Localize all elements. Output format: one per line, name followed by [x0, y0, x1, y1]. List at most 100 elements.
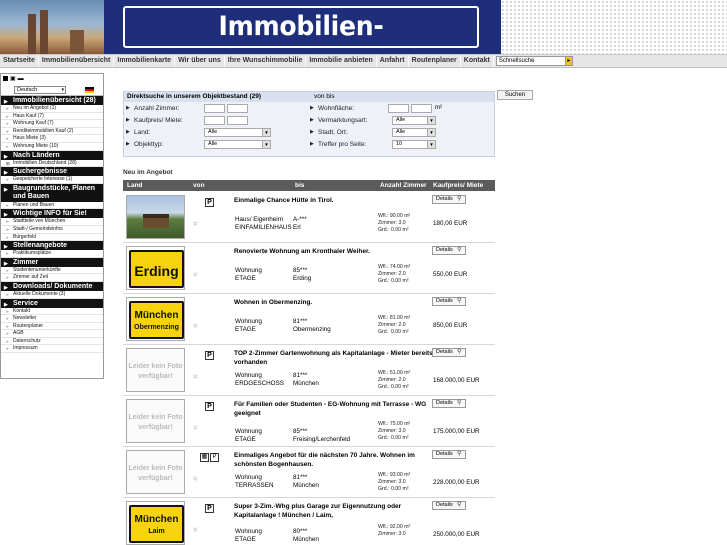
listing-row[interactable]: Leider kein Foto verfügbar! ▦ P » Einmali… [123, 447, 495, 498]
quick-search-arrow-icon[interactable]: ▸ [564, 56, 573, 66]
search-button[interactable]: Suchen [497, 90, 533, 100]
objtype-select[interactable]: Alle ▼ [204, 140, 271, 149]
nav-kontakt[interactable]: Kontakt [461, 55, 494, 67]
sidebar-item-gemeindeinfos[interactable]: » Stadt-/ Gemeindeinfos [1, 226, 103, 234]
details-button[interactable]: Details ⚲ [432, 450, 466, 459]
details-button[interactable]: Details ⚲ [432, 195, 466, 204]
section-immobilienuebersicht[interactable]: ▶ Immobilienübersicht (28) [1, 96, 103, 105]
nav-routenplaner[interactable]: Routenplaner [409, 55, 461, 67]
sidebar-item-zimmer-auf-zeit[interactable]: » Zimmer auf Zeit [1, 274, 103, 282]
site-logo-banner[interactable]: Immobilien-Muenchen24 [104, 0, 501, 84]
sidebar-item-wohnung-kauf[interactable]: » Wohnung Kauf (7) [1, 120, 103, 128]
section-suchergebnisse[interactable]: ▶ Suchergebnisse [1, 167, 103, 177]
munich-skyline-photo [0, 0, 104, 54]
sidebar-item-impressum[interactable]: » Impressum [1, 345, 103, 354]
section-baugrundstuecke[interactable]: ▶ Baugrundstücke, Planen und Bauen [1, 183, 103, 202]
sidebar-item-newsletter[interactable]: » Newsletter [1, 315, 103, 323]
sidebar-item-gespeicherte-interesse[interactable]: » Gespeicherte Interesse (1) [1, 176, 103, 184]
listing-title[interactable]: Einmalige Chance Hütte in Tirol. [234, 196, 434, 205]
listing-title[interactable]: Super 3-Zim.-Whg plus Garage zur Eigennu… [234, 502, 434, 520]
nav-wunschimmobilie[interactable]: Ihre Wunschimmobilie [225, 55, 307, 67]
sidebar-item-neu-im-angebot[interactable]: » Neu im Angebot (1) [1, 105, 103, 113]
quick-search-select[interactable]: Schnellsuche ▸ [495, 56, 573, 66]
section-stellenangebote[interactable]: ▶ Stellenangebote [1, 241, 103, 251]
listing-row[interactable]: München Obermenzing » Wohnen in Obermenzi… [123, 294, 495, 345]
details-button[interactable]: Details ⚲ [432, 399, 466, 408]
sidebar-item-immobilien-deutschland[interactable]: ⊞ Immobilien Deutschland (28) [1, 160, 103, 168]
city-select[interactable]: Alle ▼ [392, 128, 436, 137]
sidebar-item-routenplaner[interactable]: » Routenplaner [1, 323, 103, 331]
sidebar-item-wohnung-miete[interactable]: » Wohnung Miete (10) [1, 143, 103, 151]
chat-icon[interactable]: ▬ [18, 76, 24, 82]
sidebar-item-aktuelle-dokumente[interactable]: » Aktuelle Dokumente (3) [1, 291, 103, 299]
chevron-down-icon: ▾ [61, 87, 64, 93]
listing-title[interactable]: Einmaliges Angebot für die nächsten 70 J… [234, 451, 434, 469]
col-kaufpreis-miete[interactable]: Kaufpreis/ Miete [433, 180, 483, 191]
nav-startseite[interactable]: Startseite [0, 55, 39, 67]
listing-title[interactable]: Renovierte Wohnung am Kronthaler Weiher. [234, 247, 434, 256]
sidebar-item-kontakt[interactable]: » Kontakt [1, 308, 103, 316]
nav-immobilie-anbieten[interactable]: Immobilie anbieten [306, 55, 377, 67]
sidebar-item-planen-und-bauen[interactable]: » Planen und Bauen [1, 202, 103, 210]
details-button[interactable]: Details ⚲ [432, 297, 466, 306]
col-von[interactable]: von [193, 180, 205, 191]
nav-immobilienkarte[interactable]: Immobilienkarte [114, 55, 176, 67]
sidebar-item-stadtteile[interactable]: » Stadtteile von München [1, 218, 103, 226]
price-to-input[interactable] [227, 116, 248, 125]
parking-icon: P [205, 198, 214, 207]
listing-photo[interactable] [126, 195, 185, 239]
double-chevron-icon: » [6, 234, 9, 240]
double-chevron-icon: » [6, 338, 9, 344]
listing-photo[interactable]: München Laim [126, 501, 185, 545]
rooms-to-input[interactable] [227, 104, 248, 113]
sidebar-item-studentenunterkuenfte[interactable]: » Studentenunterkünfte [1, 267, 103, 275]
listing-title[interactable]: Wohnen in Obermenzing. [234, 298, 434, 307]
listing-row[interactable]: P » Einmalige Chance Hütte in Tirol. Hau… [123, 192, 495, 243]
col-land[interactable]: Land [127, 180, 143, 191]
col-anzahl-zimmer[interactable]: Anzahl Zimmer [380, 180, 427, 191]
nav-anfahrt[interactable]: Anfahrt [377, 55, 409, 67]
section-downloads[interactable]: ▶ Downloads/ Dokumente [1, 281, 103, 291]
nav-immobilienuebersicht[interactable]: Immobilienübersicht [39, 55, 115, 67]
listing-photo[interactable]: Erding [126, 246, 185, 290]
listing-row[interactable]: Leider kein Foto verfügbar! P » TOP 2-Zi… [123, 345, 495, 396]
listing-title[interactable]: Für Familien oder Studenten - EG-Wohnung… [234, 400, 434, 418]
listing-photo[interactable]: Leider kein Foto verfügbar! [126, 348, 185, 392]
double-chevron-icon: » [6, 136, 9, 142]
magnifier-icon: ⚲ [457, 349, 462, 355]
listing-row[interactable]: Erding » Renovierte Wohnung am Kronthale… [123, 243, 495, 294]
section-zimmer[interactable]: ▶ Zimmer [1, 257, 103, 267]
listing-photo[interactable]: Leider kein Foto verfügbar! [126, 399, 185, 443]
sidebar-item-buergerfeld[interactable]: » Bürgerfeld [1, 234, 103, 242]
listing-photo[interactable]: Leider kein Foto verfügbar! [126, 450, 185, 494]
listing-row[interactable]: München Laim P » Super 3-Zim.-Whg plus Ga… [123, 498, 495, 545]
section-nach-laendern[interactable]: ▶ Nach Ländern [1, 150, 103, 160]
print-icon[interactable]: ▣ [10, 76, 16, 82]
hits-select[interactable]: 10 ▼ [392, 140, 436, 149]
price-from-input[interactable] [204, 116, 225, 125]
listing-photo[interactable]: München Obermenzing [126, 297, 185, 341]
area-from-input[interactable] [388, 104, 409, 113]
details-button[interactable]: Details ⚲ [432, 501, 466, 510]
details-button[interactable]: Details ⚲ [432, 246, 466, 255]
listing-row[interactable]: Leider kein Foto verfügbar! P » Für Fami… [123, 396, 495, 447]
sidebar-item-haus-miete[interactable]: » Haus Miete (3) [1, 135, 103, 143]
nav-wir-ueber-uns[interactable]: Wir über uns [175, 55, 225, 67]
language-select[interactable]: Deutsch ▾ [14, 86, 66, 94]
german-flag-icon[interactable] [85, 87, 94, 93]
sidebar-item-agb[interactable]: » AGB [1, 330, 103, 338]
sidebar-item-renditeimmobilien[interactable]: » Renditeimmobilien Kauf (2) [1, 128, 103, 136]
marketing-select[interactable]: Alle ▼ [392, 116, 436, 125]
section-wichtige-info[interactable]: ▶ Wichtige INFO für Sie! [1, 209, 103, 219]
area-to-input[interactable] [411, 104, 432, 113]
country-select[interactable]: Alle ▼ [204, 128, 271, 137]
section-service[interactable]: ▶ Service [1, 298, 103, 308]
sidebar-item-praktikumsplaetze[interactable]: » Praktikumsplätze [1, 250, 103, 258]
plus-icon: ⊞ [6, 160, 10, 166]
details-button[interactable]: Details ⚲ [432, 348, 466, 357]
listing-title[interactable]: TOP 2-Zimmer Gartenwohnung als Kapitalan… [234, 349, 434, 367]
sidebar-item-datenschutz[interactable]: » Datenschutz [1, 338, 103, 346]
sidebar-item-haus-kauf[interactable]: » Haus Kauf (7) [1, 113, 103, 121]
rooms-from-input[interactable] [204, 104, 225, 113]
col-bis[interactable]: bis [295, 180, 304, 191]
